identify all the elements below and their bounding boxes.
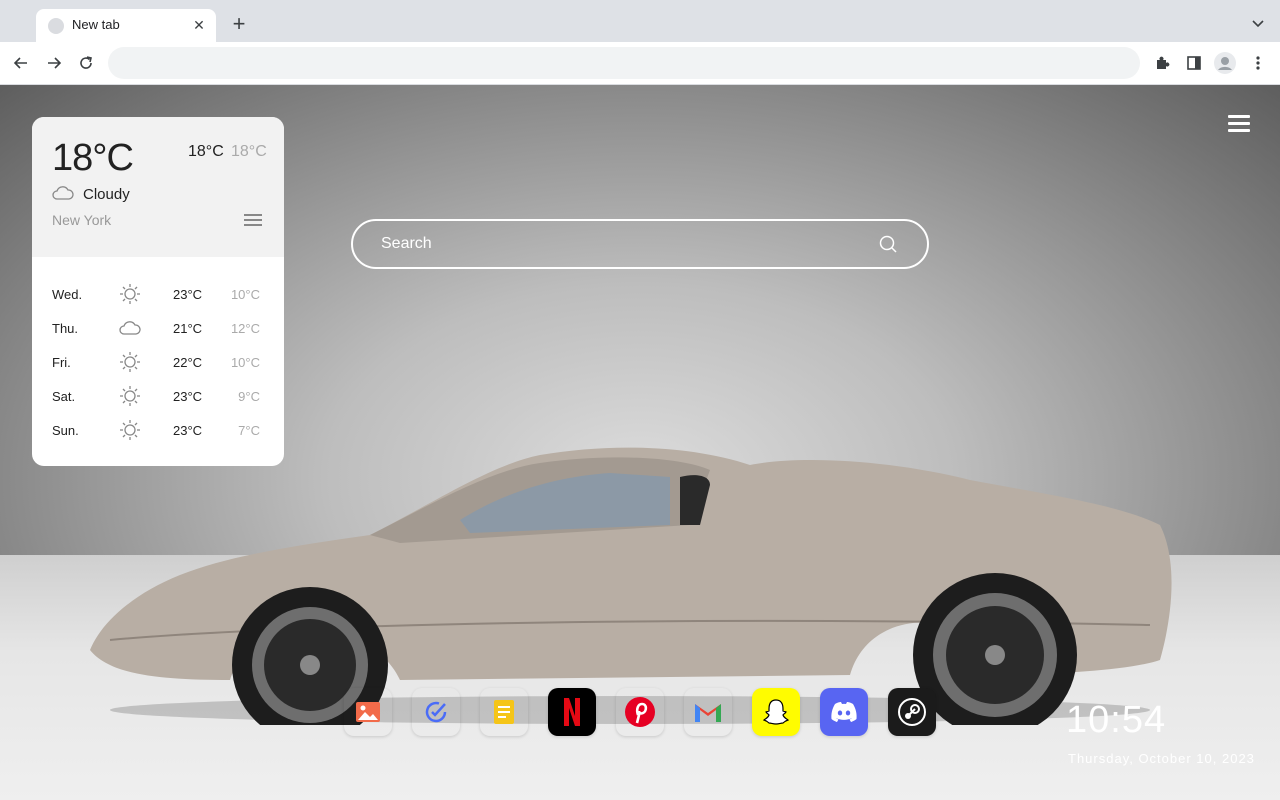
new-tab-button[interactable]: + [228,13,250,36]
car-wallpaper-image [90,447,1172,725]
gmail-app-button[interactable] [684,688,732,736]
cloud-icon [119,321,141,335]
address-bar[interactable] [108,47,1140,79]
tab-favicon-icon [48,18,64,34]
current-temperature: 18°C [52,137,134,179]
forecast-high: 23°C [173,423,203,438]
tab-title: New tab [72,17,120,32]
page-menu-icon[interactable] [1228,115,1250,133]
forecast-low: 7°C [238,423,260,438]
netflix-app-button[interactable] [548,688,596,736]
tasks-check-icon [425,701,447,723]
forecast-row: Sun. 23°C 7°C [32,413,284,447]
forecast-row: Sat. 23°C 9°C [32,379,284,413]
today-high: 18°C [188,143,224,160]
forecast-day: Sat. [52,389,76,404]
forecast-day: Fri. [52,355,71,370]
reload-icon [80,56,92,69]
forecast-high: 23°C [173,389,203,404]
photos-icon [356,702,380,722]
discord-app-button[interactable] [820,688,868,736]
forecast-low: 9°C [238,389,260,404]
steam-app-button[interactable] [888,688,936,736]
weather-widget: 18°C 18°C 18°C Cloudy New York Wed. 23°C… [32,117,284,466]
forward-button[interactable] [43,52,65,74]
forecast-day: Thu. [52,321,79,336]
snapchat-ghost-icon [762,699,790,725]
tab-strip: New tab ✕ + [0,0,1280,42]
today-low: 18°C [231,143,267,160]
new-tab-page: 18°C 18°C 18°C Cloudy New York Wed. 23°C… [0,85,1280,800]
forecast-row: Thu. 21°C 12°C [32,311,284,345]
forward-arrow-icon [48,57,62,69]
pinterest-app-button[interactable] [616,688,664,736]
snapchat-app-button[interactable] [752,688,800,736]
discord-logo-icon [831,702,857,722]
tab-search-chevron-icon[interactable] [1250,15,1266,31]
address-input[interactable] [108,47,1140,79]
weather-current: 18°C 18°C 18°C Cloudy New York [32,117,284,257]
sun-icon [120,420,140,440]
notes-icon [494,700,514,724]
clock-time: 10:54 [1066,699,1167,741]
steam-logo-icon [898,698,926,726]
sun-icon [120,386,140,406]
forecast-day: Sun. [52,423,79,438]
profile-button[interactable] [1214,52,1236,74]
tab-new-tab[interactable]: New tab ✕ [36,9,216,42]
forecast-day: Wed. [52,287,83,302]
side-panel-icon [1187,56,1201,70]
puzzle-icon [1157,56,1170,69]
search-input[interactable] [381,221,861,267]
pinterest-logo-icon [625,697,655,727]
forecast-low: 10°C [230,355,260,370]
forecast-row: Wed. 23°C 10°C [32,277,284,311]
sun-icon [120,284,140,304]
clock-date: Thursday, October 10, 2023 [1068,751,1255,766]
browser-menu-button[interactable] [1247,52,1269,74]
forecast-low: 10°C [230,287,260,302]
search-box[interactable] [351,219,929,269]
notes-app-button[interactable] [480,688,528,736]
forecast-high: 22°C [173,355,203,370]
forecast-high: 23°C [173,287,203,302]
weather-city: New York [52,212,112,228]
forecast-low: 12°C [230,321,260,336]
photos-app-button[interactable] [344,688,392,736]
search-icon[interactable] [879,235,897,253]
close-tab-icon[interactable]: ✕ [191,17,207,33]
browser-toolbar [0,42,1280,85]
reload-button[interactable] [75,52,97,74]
gmail-logo-icon [695,704,721,722]
weather-settings-icon[interactable] [244,214,262,228]
side-panel-button[interactable] [1183,52,1205,74]
kebab-menu-icon [1256,56,1260,70]
netflix-logo-icon [564,698,580,726]
back-button[interactable] [10,52,32,74]
weather-condition: Cloudy [83,186,130,203]
back-arrow-icon [13,57,27,69]
sun-icon [120,352,140,372]
weather-forecast: Wed. 23°C 10°C Thu. 21°C 12°C Fri. 22°C … [32,277,284,447]
forecast-high: 21°C [173,321,203,336]
forecast-row: Fri. 22°C 10°C [32,345,284,379]
cloud-icon [52,186,74,200]
avatar-icon [1214,52,1236,74]
tasks-app-button[interactable] [412,688,460,736]
extensions-button[interactable] [1151,52,1173,74]
